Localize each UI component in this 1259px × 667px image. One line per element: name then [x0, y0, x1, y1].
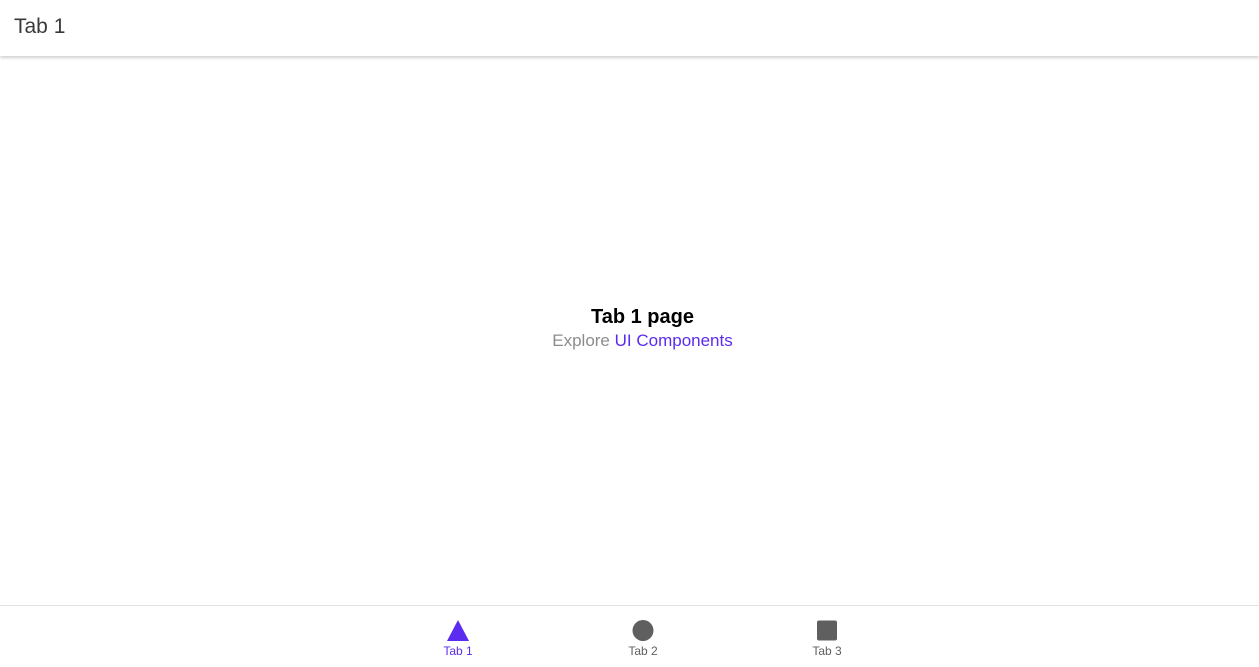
tab-2-label: Tab 2 [628, 644, 658, 658]
square-icon [817, 620, 837, 641]
page-title: Tab 1 [14, 15, 66, 38]
ellipse-icon [632, 620, 654, 641]
main-content: Tab 1 page Explore UI Components [0, 58, 1259, 605]
triangle-icon [447, 620, 469, 641]
tab-1[interactable]: Tab 1 [398, 606, 518, 667]
tab-1-label: Tab 1 [443, 644, 473, 658]
tab-3-label: Tab 3 [812, 644, 842, 658]
page-heading: Tab 1 page [591, 306, 694, 328]
explore-line: Explore UI Components [13, 330, 1259, 352]
tab-bar: Tab 1 Tab 2 Tab 3 [0, 605, 1259, 667]
empty-state: Tab 1 page Explore UI Components [13, 304, 1259, 352]
header-toolbar: Tab 1 [0, 0, 1259, 56]
app-root: Tab 1 Tab 1 page Explore UI Components T… [0, 0, 1259, 667]
tab-3[interactable]: Tab 3 [767, 606, 887, 667]
tab-2[interactable]: Tab 2 [583, 606, 703, 667]
ui-components-link[interactable]: UI Components [615, 331, 733, 350]
explore-text: Explore [552, 331, 610, 350]
